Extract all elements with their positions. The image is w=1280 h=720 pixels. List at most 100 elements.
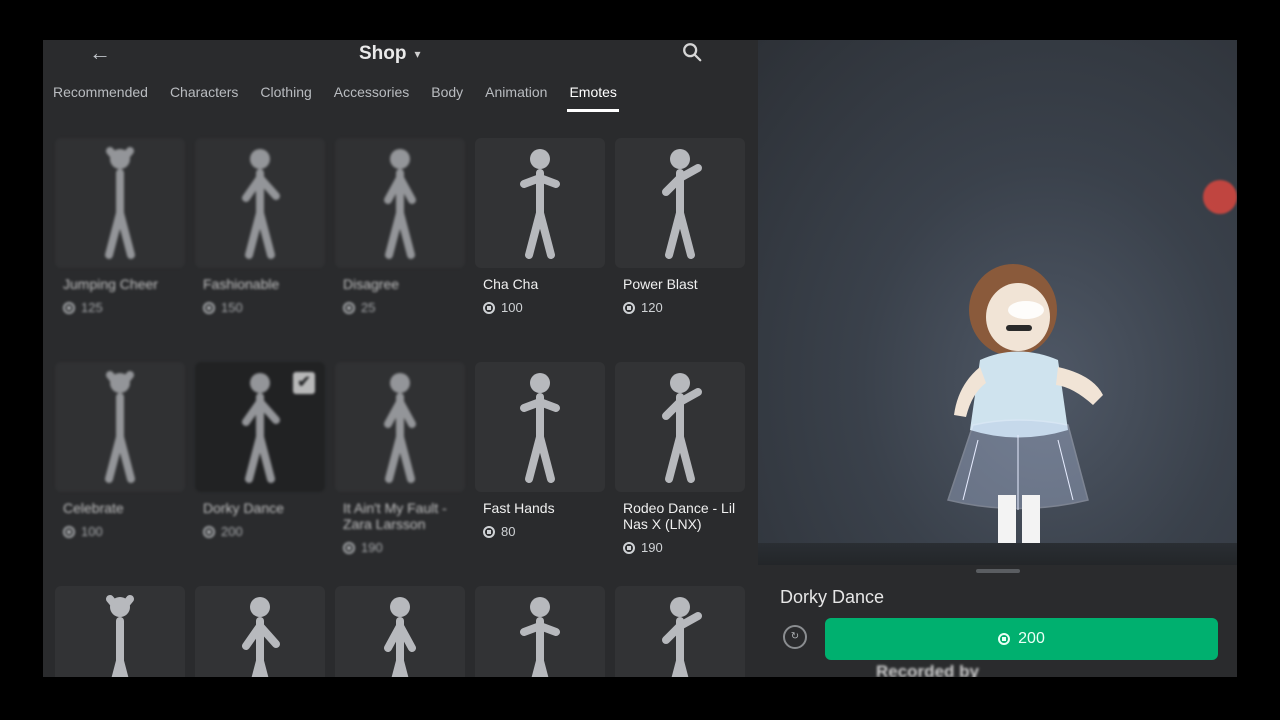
price-value: 80 [501,524,516,539]
notification-badge [1203,180,1237,214]
preview-floor [758,543,1237,565]
emote-thumbnail [55,138,185,268]
emote-price: 25 [335,300,465,315]
emote-price: 100 [55,524,185,539]
emote-figure-icon [242,149,280,259]
price-value: 190 [361,540,383,555]
emote-thumbnail [475,586,605,677]
emote-name: Fashionable [203,276,280,292]
emote-price: 200 [195,524,325,539]
emote-price: 80 [475,524,605,539]
shop-dropdown[interactable]: Shop ▾ [359,40,421,68]
category-tabs: Recommended Characters Clothing Accessor… [51,82,619,112]
tab-body[interactable]: Body [429,82,465,112]
emote-name: Power Blast [623,276,698,292]
chevron-down-icon: ▾ [414,47,421,61]
emote-price: 100 [475,300,605,315]
robux-icon [203,301,215,314]
emote-thumbnail [55,362,185,492]
robux-icon [63,525,75,538]
emote-name: Disagree [343,276,400,292]
emote-figure-icon [384,597,416,677]
emote-figure-icon [662,373,702,483]
robux-icon [483,301,495,314]
emote-card[interactable]: Celebrate 100 [55,362,185,539]
price-value: 25 [361,300,376,315]
emote-card[interactable] [55,586,185,677]
tab-characters[interactable]: Characters [168,82,240,112]
tab-recommended[interactable]: Recommended [51,82,150,112]
emote-name: Cha Cha [483,276,539,292]
price-value: 150 [221,300,243,315]
emote-thumbnail [335,138,465,268]
emote-name: Dorky Dance [203,500,284,516]
emote-thumbnail: ✔ [195,362,325,492]
emote-thumbnail [475,362,605,492]
price-value: 100 [81,524,103,539]
emote-thumbnail [475,138,605,268]
emote-card[interactable] [615,586,745,677]
emote-card[interactable]: ✔ Dorky Dance 200 [195,362,325,539]
emote-card[interactable]: It Ain't My Fault - Zara Larsson 190 [335,362,465,555]
price-value: 190 [641,540,663,555]
emote-thumbnail [335,362,465,492]
avatar-preview[interactable] [758,40,1237,565]
emote-price: 190 [615,540,745,555]
robux-icon [63,301,75,314]
emote-name: Rodeo Dance - Lil Nas X (LNX) [623,500,736,532]
emote-thumbnail [55,586,185,677]
back-arrow-icon: ← [89,40,111,65]
tab-accessories[interactable]: Accessories [332,82,411,112]
emote-figure-icon [662,597,702,677]
try-on-icon[interactable]: ↻ [783,625,807,649]
tab-animation[interactable]: Animation [483,82,549,112]
search-button[interactable] [681,41,711,67]
emote-thumbnail [615,586,745,677]
emote-figure-icon [662,149,702,259]
avatar-model [947,264,1103,543]
emote-name: Jumping Cheer [63,276,158,292]
robux-icon [623,301,635,314]
page-title: Shop [359,43,407,64]
buy-price: 200 [1018,630,1045,647]
emote-card[interactable]: Fashionable 150 [195,138,325,315]
emote-card[interactable]: Cha Cha 100 [475,138,605,315]
emote-price: 120 [615,300,745,315]
emote-figure-icon [242,597,280,677]
emote-name: Fast Hands [483,500,555,516]
emote-card[interactable]: Fast Hands 80 [475,362,605,539]
shop-window: ← Shop ▾ Recommended Characters Clothing… [43,40,1237,677]
emote-card[interactable] [475,586,605,677]
emote-thumbnail [615,138,745,268]
emote-price: 125 [55,300,185,315]
emote-card[interactable] [335,586,465,677]
robux-icon [623,541,635,554]
buy-button[interactable]: 200 [825,618,1218,660]
recording-watermark: Recorded by [876,662,979,677]
back-button[interactable]: ← [83,40,117,68]
selected-item-title: Dorky Dance [780,587,885,607]
emote-card[interactable]: Power Blast 120 [615,138,745,315]
emote-figure-icon [105,147,135,259]
price-value: 200 [221,524,243,539]
robux-icon [203,525,215,538]
emote-card[interactable]: Rodeo Dance - Lil Nas X (LNX) 190 [615,362,745,555]
price-value: 125 [81,300,103,315]
emote-card[interactable] [195,586,325,677]
emote-thumbnail [615,362,745,492]
emote-figure-icon [384,373,416,483]
robux-icon [998,633,1011,645]
emote-figure-icon [384,149,416,259]
emote-figure-icon [105,371,135,483]
emote-name: It Ain't My Fault - Zara Larsson [343,500,447,532]
tab-clothing[interactable]: Clothing [258,82,313,112]
emote-name: Celebrate [63,500,124,516]
tab-emotes[interactable]: Emotes [567,82,619,112]
emote-card[interactable]: Disagree 25 [335,138,465,315]
emote-figure-icon [242,373,280,483]
robux-icon [343,301,355,314]
emote-thumbnail [335,586,465,677]
emote-figure-icon [520,373,560,483]
drag-handle[interactable] [976,569,1020,573]
emote-card[interactable]: Jumping Cheer 125 [55,138,185,315]
